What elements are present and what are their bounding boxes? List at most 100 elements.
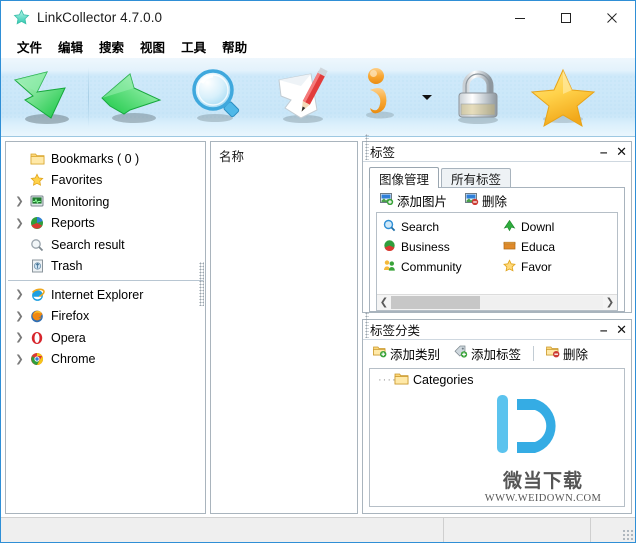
tags-button-bar: 添加图片 删除: [370, 188, 624, 212]
menu-file[interactable]: 文件: [9, 35, 50, 58]
chevron-right-icon[interactable]: ❯: [12, 311, 27, 322]
minimize-button[interactable]: [497, 1, 543, 34]
tab-all-tags[interactable]: 所有标签: [441, 168, 512, 188]
delete-category-button[interactable]: 删除: [544, 343, 590, 364]
star-icon: [503, 259, 516, 275]
list-item[interactable]: Favor: [497, 257, 617, 277]
tree-item-reports[interactable]: ❯ Reports: [6, 213, 205, 235]
category-tree[interactable]: ···· Categories 微当下载 WWW.WEIDOWN.COM: [369, 368, 625, 507]
tags-column-left: Search Business Community: [377, 217, 497, 277]
firefox-icon: [27, 309, 47, 323]
tree-item-opera[interactable]: ❯ Opera: [6, 327, 205, 349]
delete-icon: [546, 345, 560, 361]
tags-tabstrip: 图像管理 所有标签: [363, 162, 631, 188]
tab-image-management[interactable]: 图像管理: [369, 167, 440, 188]
tree-item-label: Firefox: [51, 309, 90, 324]
tree-connector: ····: [378, 373, 397, 386]
list-item[interactable]: Downl: [497, 217, 617, 237]
menu-search[interactable]: 搜索: [91, 35, 132, 58]
status-segment-2: [444, 518, 591, 542]
book-icon: [503, 239, 516, 255]
menu-tools[interactable]: 工具: [173, 35, 214, 58]
tag-category-title: 标签分类: [370, 323, 421, 338]
panel-resize-grip[interactable]: [199, 262, 204, 306]
menu-help[interactable]: 帮助: [214, 35, 255, 58]
info-dropdown-caret-icon[interactable]: [418, 60, 436, 134]
tree-item-label: Trash: [51, 259, 83, 274]
tree-item-label: Chrome: [51, 352, 96, 367]
link-list-panel: 名称: [210, 141, 358, 514]
edit-pencil-icon[interactable]: [262, 60, 348, 134]
list-item[interactable]: Business: [377, 237, 497, 257]
add-category-label: 添加类别: [390, 346, 441, 362]
tags-horizontal-scrollbar[interactable]: ❮ ❯: [377, 294, 617, 310]
delete-image-icon: [465, 192, 479, 208]
maximize-button[interactable]: [543, 1, 589, 34]
tags-listbox[interactable]: Search Business Community Downl Educa Fa…: [376, 212, 618, 311]
tree-item-internet-explorer[interactable]: ❯ Internet Explorer: [6, 284, 205, 306]
tree-item-firefox[interactable]: ❯ Firefox: [6, 306, 205, 328]
list-item[interactable]: Community: [377, 257, 497, 277]
menu-view[interactable]: 视图: [132, 35, 173, 58]
scroll-track[interactable]: [391, 296, 603, 309]
tree-item-chrome[interactable]: ❯ Chrome: [6, 349, 205, 371]
tree-divider: [8, 280, 203, 281]
close-button[interactable]: [589, 1, 635, 34]
list-item-label: Business: [401, 240, 450, 254]
window-controls: [497, 1, 635, 34]
tree-item-label: Favorites: [51, 173, 103, 188]
add-tag-label: 添加标签: [471, 346, 522, 362]
list-item-label: Community: [401, 260, 462, 274]
add-tag-button[interactable]: 添加标签: [452, 343, 523, 364]
tree-item-search-result[interactable]: Search result: [6, 234, 205, 256]
list-item[interactable]: Educa: [497, 237, 617, 257]
dock-grip[interactable]: [365, 134, 369, 160]
export-up-arrow-icon[interactable]: [90, 60, 176, 134]
delete-image-button[interactable]: 删除: [463, 190, 509, 211]
column-header-name[interactable]: 名称: [211, 142, 357, 168]
tree-item-monitoring[interactable]: ❯ Monitoring: [6, 191, 205, 213]
folder-icon: [27, 152, 47, 165]
resize-grip[interactable]: [622, 529, 633, 540]
tree-item-trash[interactable]: Trash: [6, 256, 205, 278]
tags-columns: Search Business Community Downl Educa Fa…: [377, 213, 617, 277]
scroll-thumb[interactable]: [391, 296, 481, 309]
watermark-text-cn: 微当下载: [502, 470, 583, 492]
chevron-right-icon[interactable]: ❯: [12, 332, 27, 343]
tree-item-label: Reports: [51, 216, 95, 231]
watermark-text-en: WWW.WEIDOWN.COM: [484, 493, 602, 504]
category-root[interactable]: ···· Categories: [370, 369, 624, 390]
scroll-left-arrow-icon[interactable]: ❮: [377, 297, 391, 308]
tree-item-bookmarks[interactable]: Bookmarks ( 0 ): [6, 148, 205, 170]
tree-item-favorites[interactable]: Favorites: [6, 170, 205, 192]
add-image-icon: [380, 192, 394, 208]
favorites-star-icon[interactable]: [522, 60, 608, 134]
tags-close-button[interactable]: ✕: [616, 145, 627, 158]
status-bar: [1, 517, 635, 542]
tags-panel-controls: ‒ ✕: [600, 142, 627, 161]
chevron-right-icon[interactable]: ❯: [12, 196, 27, 207]
dock-grip[interactable]: [365, 312, 369, 338]
right-dock-column: 标签 ‒ ✕ 图像管理 所有标签 添加图片 删除 Search Business…: [362, 134, 632, 514]
search-magnifier-icon[interactable]: [176, 60, 262, 134]
list-item[interactable]: Search: [377, 217, 497, 237]
import-down-arrow-icon[interactable]: [1, 60, 87, 134]
status-segment-1: [1, 518, 444, 542]
pie-chart-icon: [383, 239, 396, 255]
category-close-button[interactable]: ✕: [616, 323, 627, 336]
info-icon[interactable]: [348, 60, 418, 134]
tags-minimize-button[interactable]: ‒: [600, 146, 607, 158]
tag-category-header: 标签分类 ‒ ✕: [363, 312, 631, 340]
add-category-button[interactable]: 添加类别: [371, 343, 442, 364]
tag-category-controls: ‒ ✕: [600, 320, 627, 339]
add-image-button[interactable]: 添加图片: [378, 190, 449, 211]
chevron-right-icon[interactable]: ❯: [12, 289, 27, 300]
delete-category-label: 删除: [563, 346, 589, 362]
chevron-right-icon[interactable]: ❯: [12, 354, 27, 365]
category-minimize-button[interactable]: ‒: [600, 324, 607, 336]
pie-chart-icon: [27, 216, 47, 230]
chevron-right-icon[interactable]: ❯: [12, 218, 27, 229]
lock-icon[interactable]: [436, 60, 522, 134]
scroll-right-arrow-icon[interactable]: ❯: [603, 297, 617, 308]
menu-edit[interactable]: 编辑: [50, 35, 91, 58]
